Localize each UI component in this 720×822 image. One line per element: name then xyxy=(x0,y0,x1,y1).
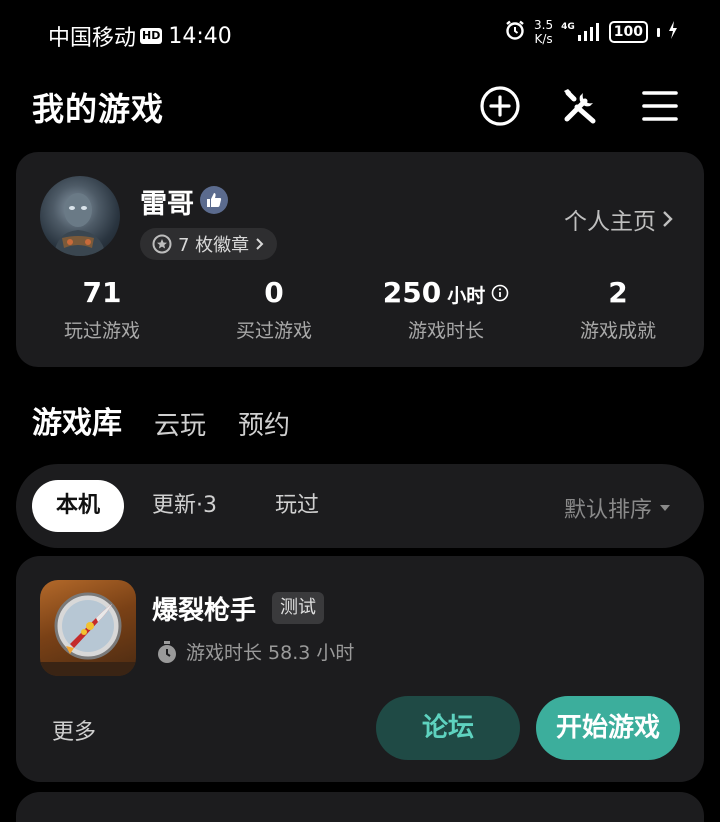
carrier-info: 中国移动 HD 14:40 xyxy=(48,20,232,52)
game-playtime: 游戏时长 58.3 小时 xyxy=(156,638,354,665)
game-title[interactable]: 爆裂枪手 xyxy=(152,590,256,627)
tools-button[interactable] xyxy=(558,84,602,128)
test-tag: 测试 xyxy=(272,592,324,624)
menu-button[interactable] xyxy=(638,84,682,128)
network-speed: 3.5 K/s xyxy=(534,18,553,46)
plus-circle-icon xyxy=(480,86,520,126)
signal-icon: 4G xyxy=(561,22,601,42)
more-button[interactable]: 更多 xyxy=(52,714,96,746)
badges-button[interactable]: 7 枚徽章 xyxy=(140,228,278,260)
stat-play-time[interactable]: 250 小时 游戏时长 xyxy=(360,274,532,343)
filter-tab-played[interactable]: 玩过 xyxy=(251,480,343,532)
net-speed-value: 3.5 xyxy=(534,18,554,32)
avatar[interactable] xyxy=(40,176,120,256)
network-type: 4G xyxy=(561,22,575,32)
tools-icon xyxy=(564,89,596,124)
playtime-label: 游戏时长 58.3 小时 xyxy=(186,642,355,664)
battery-indicator: 100 xyxy=(608,21,648,43)
charging-icon xyxy=(668,20,678,44)
username: 雷哥 xyxy=(140,189,194,220)
next-game-card[interactable] xyxy=(16,792,704,822)
net-speed-unit: K/s xyxy=(534,32,553,46)
game-card: 爆裂枪手 测试 游戏时长 58.3 小时 更多 论坛 开始游戏 xyxy=(16,556,704,782)
info-icon[interactable] xyxy=(491,284,509,302)
tab-label: 预约 xyxy=(238,411,291,441)
stat-bought-games[interactable]: 0 买过游戏 xyxy=(188,274,360,343)
tab-reservations[interactable]: 预约 xyxy=(238,405,290,442)
profile-page-link[interactable]: 个人主页 xyxy=(564,202,674,236)
battery-level: 100 xyxy=(613,24,643,40)
status-time: 14:40 xyxy=(168,23,232,49)
stat-value: 0 xyxy=(264,276,284,309)
start-game-button[interactable]: 开始游戏 xyxy=(536,696,680,760)
add-game-button[interactable] xyxy=(478,84,522,128)
caret-down-icon xyxy=(660,505,670,511)
sort-dropdown[interactable]: 默认排序 xyxy=(564,492,670,524)
stat-value: 2 xyxy=(608,276,628,309)
sort-label: 默认排序 xyxy=(563,498,652,523)
stat-unit: 小时 xyxy=(447,285,486,307)
main-tabs: 游戏库 云玩 预约 xyxy=(32,392,290,442)
stat-value: 71 xyxy=(82,276,122,309)
thumbs-up-badge-icon xyxy=(200,186,228,214)
filter-tab-local[interactable]: 本机 xyxy=(32,480,125,532)
stat-value: 250 xyxy=(382,276,442,309)
stat-achievements[interactable]: 2 游戏成就 xyxy=(532,274,704,343)
stat-label: 玩过游戏 xyxy=(63,320,140,342)
hd-icon: HD xyxy=(140,28,163,44)
page-title: 我的游戏 xyxy=(32,90,165,128)
tab-label: 游戏库 xyxy=(32,406,122,441)
medal-icon xyxy=(152,234,172,254)
stat-label: 游戏时长 xyxy=(407,320,484,342)
profile-link-label: 个人主页 xyxy=(564,209,656,235)
hamburger-menu-icon xyxy=(642,91,678,121)
alarm-icon xyxy=(504,19,526,45)
status-bar: 中国移动 HD 14:40 3.5 K/s 4G 100 xyxy=(0,0,720,68)
chevron-right-icon xyxy=(663,211,673,227)
chevron-right-icon xyxy=(256,238,264,250)
profile-card: 雷哥 7 枚徽章 个人主页 71 玩过游戏 0 买过游戏 250 小时 游戏时长… xyxy=(16,152,704,367)
carrier-name: 中国移动 xyxy=(48,26,137,51)
status-indicators: 3.5 K/s 4G 100 xyxy=(504,18,678,46)
tab-cloud-play[interactable]: 云玩 xyxy=(154,405,206,442)
header: 我的游戏 xyxy=(0,80,720,130)
stat-label: 买过游戏 xyxy=(235,320,312,342)
forum-button[interactable]: 论坛 xyxy=(376,696,520,760)
tab-game-library[interactable]: 游戏库 xyxy=(32,398,122,442)
tab-label: 云玩 xyxy=(154,411,207,441)
filter-tab-updates[interactable]: 更新·3 xyxy=(128,480,241,532)
profile-stats: 71 玩过游戏 0 买过游戏 250 小时 游戏时长 2 游戏成就 xyxy=(16,274,704,354)
stat-label: 游戏成就 xyxy=(579,320,656,342)
stopwatch-icon xyxy=(158,640,176,663)
badges-label: 7 枚徽章 xyxy=(178,235,250,256)
stat-played-games[interactable]: 71 玩过游戏 xyxy=(16,274,188,343)
battery-tip xyxy=(657,27,660,37)
filter-tab-bar: 本机 更新·3 玩过 默认排序 xyxy=(16,464,704,548)
game-icon[interactable] xyxy=(40,580,136,676)
